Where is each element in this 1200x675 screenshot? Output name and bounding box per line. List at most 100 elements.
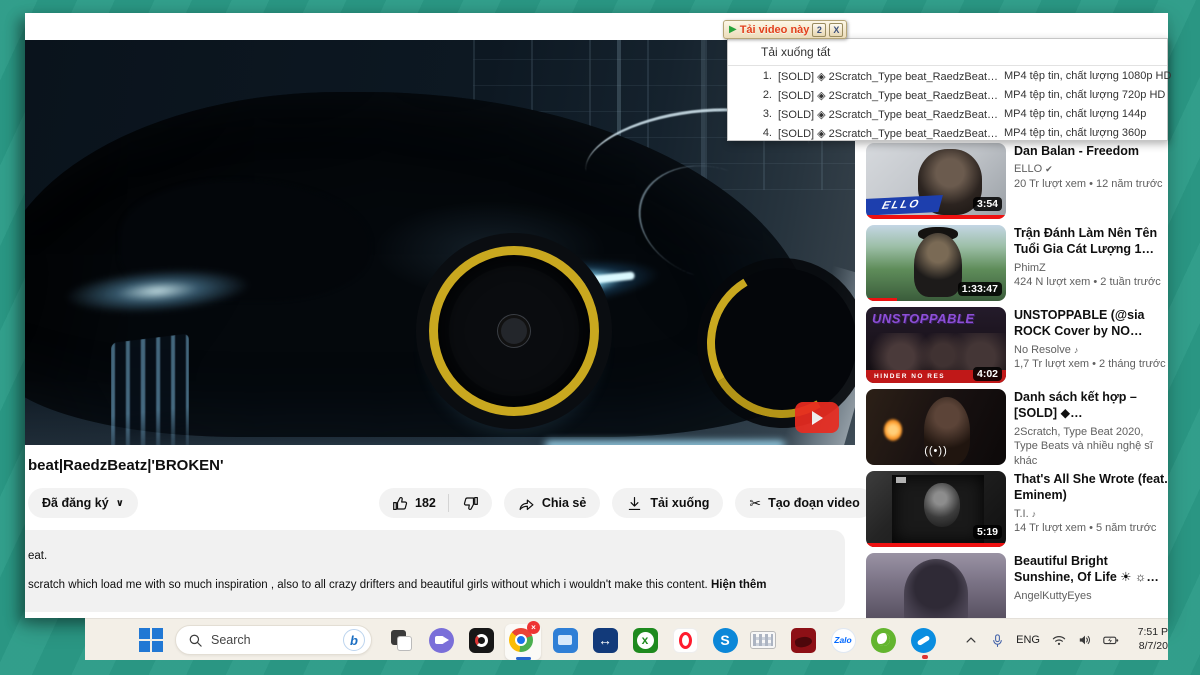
system-tray: ENG 7:51 P 8/7/20 [958,619,1168,660]
chrome-button[interactable]: × [507,626,535,654]
thumbnail-art [896,477,906,483]
video-meta: 1,7 Tr lượt xem • 2 tháng trước [1014,358,1168,370]
skype-icon: S [713,628,738,653]
battery-charging-icon [1102,632,1120,648]
windows-logo-icon [139,628,163,652]
recommended-video[interactable]: 5:19 That's All She Wrote (feat. Eminem)… [866,471,1168,549]
zalo-icon: Zalo [831,628,856,653]
channel-name: AngelKuttyEyes [1014,589,1168,604]
microphone-tray-button[interactable] [984,619,1010,660]
idm-button-label: Tải video này [740,24,810,36]
duration-badge: 1:33:47 [958,282,1002,296]
notification-dot [922,655,928,659]
thumbnail-art [924,483,960,527]
xbox-button[interactable]: x [631,626,659,654]
car-front-wheel [429,246,599,416]
recommended-video[interactable]: Beautiful Bright Sunshine, Of Life ☀ ☼ [… [866,553,1168,618]
clock[interactable]: 7:51 P 8/7/20 [1124,626,1168,653]
show-more-link[interactable]: Hiện thêm [711,579,767,591]
channel-name: No Resolve♪ [1014,343,1168,358]
underglow-bar [545,441,785,445]
search-placeholder: Search [211,633,343,647]
share-button[interactable]: Chia sẻ [504,488,600,518]
battery-tray-button[interactable] [1098,619,1124,660]
idm-download-item[interactable]: 3. [SOLD] ◈ 2Scratch_Type beat_RaedzBeat… [728,108,1167,127]
idm-download-item[interactable]: 4. [SOLD] ◈ 2Scratch_Type beat_RaedzBeat… [728,127,1167,146]
remote-desktop-icon [553,628,578,653]
teamviewer-button[interactable]: ↔ [591,626,619,654]
description-box[interactable]: eat. scratch which load me with so much … [25,530,845,612]
thumbnail-banner: ELLO [866,195,943,216]
video-title: UNSTOPPABLE (@sia ROCK Cover by NO RESOL… [1014,307,1168,340]
wifi-tray-button[interactable] [1046,619,1072,660]
duration-badge: 3:54 [973,197,1002,211]
speaker-icon [1077,632,1093,648]
youtube-watermark-icon[interactable] [795,402,839,433]
coccoc-button[interactable] [869,626,897,654]
channel-name: T.I.♪ [1014,507,1168,522]
video-title: beat|RaedzBeatz|'BROKEN' [28,457,224,474]
video-chat-app-button[interactable] [427,626,455,654]
zalo-call-button[interactable] [909,626,937,654]
video-thumbnail[interactable]: 5:19 [866,471,1006,547]
share-label: Chia sẻ [542,496,586,510]
subscribe-button[interactable]: Đã đăng ký ∨ [28,488,138,518]
recommended-video[interactable]: ELLO 3:54 Dan Balan - Freedom ELLO✔ 20 T… [866,143,1168,221]
idm-download-item[interactable]: 1. [SOLD] ◈ 2Scratch_Type beat_RaedzBeat… [728,70,1167,89]
video-title: That's All She Wrote (feat. Eminem) [1014,471,1168,504]
video-thumbnail[interactable]: ELLO 3:54 [866,143,1006,219]
taskbar: Search b × ↔ x S Zalo [85,618,1168,660]
idm-download-panel: Tải xuống tất 1. [SOLD] ◈ 2Scratch_Type … [727,38,1168,141]
video-thumbnail[interactable] [866,553,1006,618]
like-dislike-pill: 182 [379,488,492,518]
thumbnail-art [914,233,962,297]
zalo-button[interactable]: Zalo [829,626,857,654]
action-bar: 182 Chia sẻ Tải xuống ✂ Tạo đoạn video [379,488,916,518]
video-thumbnail[interactable]: UNSTOPPABLE HINDER NO RES 4:02 [866,307,1006,383]
obs-studio-button[interactable] [467,626,495,654]
idm-count-badge[interactable]: 2 [812,23,826,37]
opera-button[interactable] [671,626,699,654]
download-button[interactable]: Tải xuống [612,488,723,518]
zalo-call-icon [911,628,936,653]
teamviewer-icon: ↔ [593,628,618,653]
skype-button[interactable]: S [711,626,739,654]
unikey-button[interactable] [749,626,777,654]
play-icon [812,411,823,425]
dislike-button[interactable] [449,495,492,512]
idm-download-button[interactable]: ▶ Tải video này 2 X [723,20,847,39]
clip-button[interactable]: ✂ Tạo đoạn video [735,488,873,518]
task-view-button[interactable] [387,626,415,654]
verified-icon: ✔ [1045,164,1053,174]
music-note-icon: ♪ [1032,509,1037,519]
scissors-icon: ✂ [749,495,761,512]
video-meta: 424 N lượt xem • 2 tuần trước [1014,276,1168,288]
language-indicator[interactable]: ENG [1010,634,1046,646]
music-note-icon: ♪ [1074,345,1079,355]
start-button[interactable] [137,626,165,654]
idm-close-button[interactable]: X [829,23,843,37]
recommended-video[interactable]: UNSTOPPABLE HINDER NO RES 4:02 UNSTOPPAB… [866,307,1168,385]
clip-label: Tạo đoạn video [768,496,860,510]
video-thumbnail[interactable]: ((•)) [866,389,1006,465]
xbox-icon: x [633,628,658,653]
chevron-down-icon: ∨ [116,498,124,509]
tray-time: 7:51 P [1124,626,1168,640]
channel-name: ELLO✔ [1014,162,1168,177]
idm-download-all-link[interactable]: Tải xuống tất [761,45,830,59]
bing-icon: b [343,629,365,651]
game-app-button[interactable] [789,626,817,654]
play-icon: ▶ [729,24,737,35]
recommended-video[interactable]: 1:33:47 Trận Đánh Làm Nên Tên Tuổi Gia C… [866,225,1168,303]
remote-desktop-button[interactable] [551,626,579,654]
volume-tray-button[interactable] [1072,619,1098,660]
download-icon [626,495,643,512]
like-button[interactable]: 182 [379,495,448,512]
video-thumbnail[interactable]: 1:33:47 [866,225,1006,301]
search-input[interactable]: Search b [175,625,372,655]
recommended-playlist[interactable]: ((•)) Danh sách kết hợp – [SOLD] ◆ 2Scra… [866,389,1168,467]
divider [728,65,1167,66]
search-icon [188,633,203,648]
tray-expand-button[interactable] [958,619,984,660]
idm-download-item[interactable]: 2. [SOLD] ◈ 2Scratch_Type beat_RaedzBeat… [728,89,1167,108]
